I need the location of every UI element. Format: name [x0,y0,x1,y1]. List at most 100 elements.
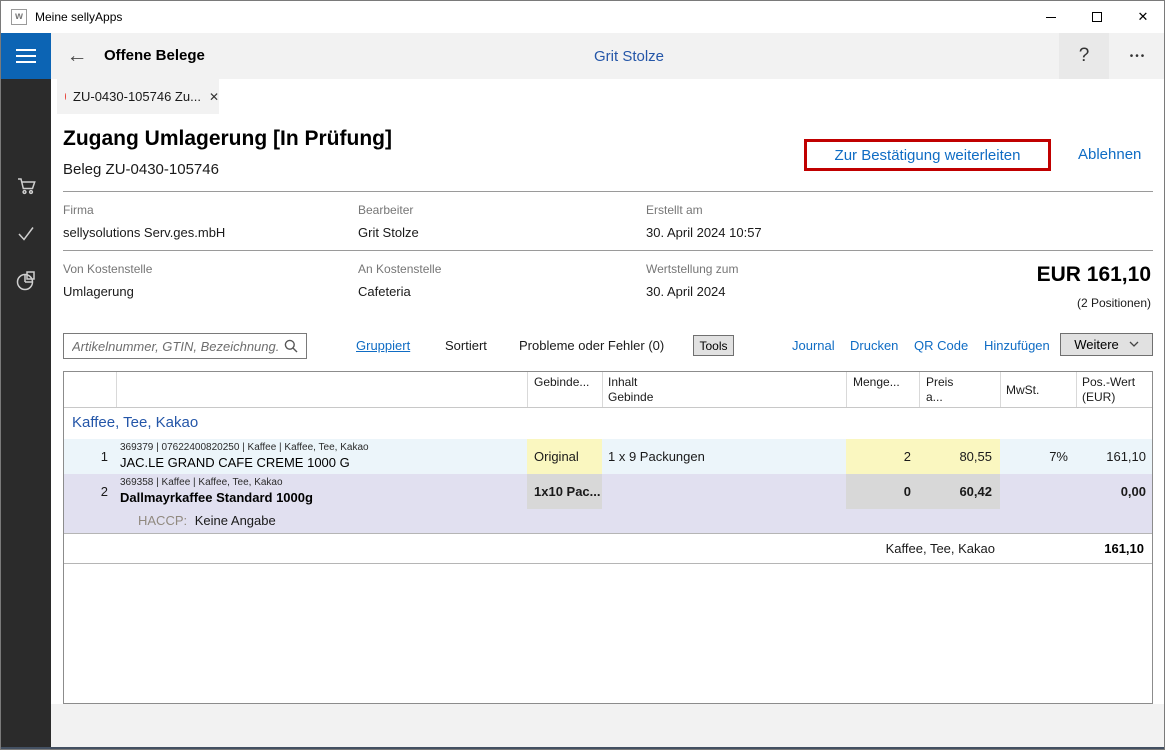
header-inhalt-gebinde[interactable]: Inhalt Gebinde [608,372,653,405]
search-input[interactable] [64,339,283,354]
back-button[interactable]: ← [61,41,93,71]
close-button[interactable]: ✕ [1120,1,1165,33]
article-meta: 369358 | Kaffee | Kaffee, Tee, Kakao [120,477,283,488]
row-number: 1 [64,439,108,474]
pos-wert-cell: 0,00 [1076,474,1146,509]
wertstellung-value: 30. April 2024 [646,284,726,299]
von-kostenstelle-value: Umlagerung [63,284,134,299]
column-divider [846,372,847,407]
gruppiert-toggle[interactable]: Gruppiert [356,338,410,353]
search-icon[interactable] [283,338,299,354]
menge-cell[interactable]: 0 [846,474,911,509]
group-label: Kaffee, Tee, Kakao [72,414,198,431]
app-window: w Meine sellyApps ✕ ← Offene Belege Grit… [0,0,1165,750]
article-meta: 369379 | 07622400820250 | Kaffee | Kaffe… [120,442,369,453]
hamburger-menu-button[interactable] [1,33,51,79]
more-options-button[interactable]: ••• [1113,33,1163,79]
unsaved-dot-icon [65,93,66,100]
gebinde-cell[interactable]: 1x10 Pac... [527,474,602,509]
positions-table: Gebinde... Inhalt Gebinde Menge... Preis… [63,371,1153,704]
positions-count: (2 Positionen) [1077,296,1151,310]
close-icon: ✕ [1138,9,1149,25]
firma-label: Firma [63,203,94,217]
pos-wert-cell: 161,10 [1076,439,1146,474]
bearbeiter-value: Grit Stolze [358,225,419,240]
an-kostenstelle-value: Cafeteria [358,284,411,299]
checkmark-icon [14,221,38,245]
header-gebinde[interactable]: Gebinde... [534,372,589,390]
user-name-link[interactable]: Grit Stolze [594,48,664,65]
group-row[interactable]: Kaffee, Tee, Kakao [64,407,1152,439]
journal-link[interactable]: Journal [792,338,835,353]
weitere-dropdown[interactable]: Weitere [1060,333,1153,356]
help-button[interactable]: ? [1059,33,1109,79]
bearbeiter-label: Bearbeiter [358,203,413,217]
help-icon: ? [1079,45,1090,67]
tab-label: ZU-0430-105746 Zu... [73,89,201,104]
table-row[interactable]: 1 369379 | 07622400820250 | Kaffee | Kaf… [64,439,1152,474]
article-name: JAC.LE GRAND CAFE CREME 1000 G [120,455,350,470]
probleme-fehler-toggle[interactable]: Probleme oder Fehler (0) [519,338,664,353]
maximize-button[interactable] [1074,1,1120,33]
subtotal-value: 161,10 [1104,534,1144,564]
app-logo-icon: w [11,9,27,25]
background-strip [51,704,1165,747]
header-menge[interactable]: Menge... [853,372,900,390]
sortiert-toggle[interactable]: Sortiert [445,338,487,353]
column-divider [602,372,603,407]
mwst-cell [1000,474,1068,509]
row-number: 2 [64,474,108,509]
article-name: Dallmayrkaffee Standard 1000g [120,490,313,505]
an-kostenstelle-label: An Kostenstelle [358,262,441,276]
menge-cell[interactable]: 2 [846,439,911,474]
column-divider [116,372,117,407]
sidebar-item-reports[interactable] [1,261,51,301]
column-divider [919,372,920,407]
reject-button[interactable]: Ablehnen [1078,146,1141,163]
header-mwst[interactable]: MwSt. [1006,372,1039,398]
tools-button[interactable]: Tools [693,335,734,356]
inhalt-cell: 1 x 9 Packungen [608,439,705,474]
haccp-label: HACCP: [138,513,187,528]
header-preis[interactable]: Preis a... [926,372,953,405]
haccp-value: Keine Angabe [195,513,276,528]
tab-strip: ZU-0430-105746 Zu... ✕ [51,79,1165,114]
sidebar [1,79,51,747]
title-bar: w Meine sellyApps ✕ [1,1,1164,33]
header-pos-wert[interactable]: Pos.-Wert (EUR) [1082,372,1135,405]
sidebar-item-tasks[interactable] [1,213,51,253]
column-divider [527,372,528,407]
minimize-icon [1046,17,1056,18]
document-title: Zugang Umlagerung [In Prüfung] [63,127,392,151]
firma-value: sellysolutions Serv.ges.mbH [63,225,225,240]
weitere-label: Weitere [1074,337,1119,352]
hinzufuegen-link[interactable]: Hinzufügen [984,338,1050,353]
preis-cell[interactable]: 60,42 [919,474,992,509]
document-number: Beleg ZU-0430-105746 [63,161,219,178]
minimize-button[interactable] [1028,1,1074,33]
erstellt-am-value: 30. April 2024 10:57 [646,225,762,240]
tab-document[interactable]: ZU-0430-105746 Zu... ✕ [57,79,219,114]
cart-icon [14,173,38,197]
column-divider [1000,372,1001,407]
drucken-link[interactable]: Drucken [850,338,898,353]
table-row[interactable]: 2 369358 | Kaffee | Kaffee, Tee, Kakao D… [64,474,1152,509]
maximize-icon [1092,12,1102,22]
tab-close-icon[interactable]: ✕ [209,90,219,104]
forward-for-confirmation-button[interactable]: Zur Bestätigung weiterleiten [804,139,1051,171]
column-divider [1076,372,1077,407]
von-kostenstelle-label: Von Kostenstelle [63,262,152,276]
mwst-cell: 7% [1000,439,1068,474]
haccp-note-row: HACCP: Keine Angabe [64,509,1152,533]
app-bar: ← Offene Belege Grit Stolze ? ••• [1,33,1164,79]
qr-code-link[interactable]: QR Code [914,338,968,353]
back-arrow-icon: ← [67,44,88,68]
chevron-down-icon [1129,341,1139,348]
page-title: Offene Belege [104,47,205,64]
preis-cell[interactable]: 80,55 [919,439,992,474]
divider [63,250,1153,251]
sidebar-item-cart[interactable] [1,165,51,205]
gebinde-cell[interactable]: Original [527,439,602,474]
total-amount: EUR 161,10 [1037,263,1151,287]
wertstellung-label: Wertstellung zum [646,262,738,276]
